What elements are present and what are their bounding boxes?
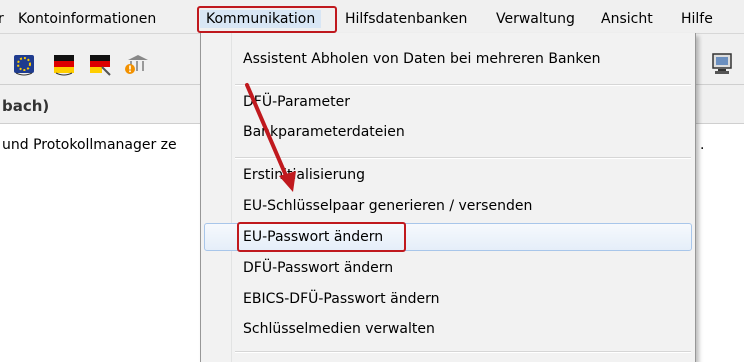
menu-separator [235,84,691,86]
menu-item-schluesselmedien[interactable]: Schlüsselmedien verwalten [243,318,435,340]
menu-separator [235,157,691,159]
menu-gutter [201,33,232,362]
monitor-icon[interactable] [710,52,734,76]
bank-warning-icon[interactable] [124,52,148,76]
menu-verwaltung[interactable]: Verwaltung [496,10,575,28]
menu-item-erstinitialisierung[interactable]: Erstinitialisierung [243,164,365,186]
kommunikation-dropdown: Assistent Abholen von Daten bei mehreren… [200,33,696,362]
menu-ansicht[interactable]: Ansicht [601,10,653,28]
menu-item-ebics-dfue-passwort[interactable]: EBICS-DFÜ-Passwort ändern [243,288,439,310]
status-trailing: . [700,137,705,153]
menu-kommunikation[interactable]: Kommunikation [200,10,322,28]
menu-separator [235,351,691,353]
menu-hilfsdatenbanken[interactable]: Hilfsdatenbanken [345,10,467,28]
menu-item-assistent[interactable]: Assistent Abholen von Daten bei mehreren… [243,48,601,70]
german-flag-icon[interactable] [52,52,76,76]
menu-item-partial[interactable]: r [0,10,4,28]
menu-kontoinformationen[interactable]: Kontoinformationen [18,10,156,28]
menu-hilfe[interactable]: Hilfe [681,10,713,28]
menu-item-eu-passwort[interactable]: EU-Passwort ändern [243,226,383,248]
menu-item-dfue-passwort[interactable]: DFÜ-Passwort ändern [243,257,393,279]
menu-item-eu-schluesselpaar[interactable]: EU-Schlüsselpaar generieren / versenden [243,195,532,217]
status-text: und Protokollmanager ze [2,137,177,153]
eu-flag-icon[interactable] [12,52,36,76]
menu-item-bankparameterdateien[interactable]: Bankparameterdateien [243,121,405,143]
menu-bar: r Kontoinformationen Kommunikation Hilfs… [0,0,744,34]
german-flag-card-icon[interactable] [88,52,112,76]
breadcrumb: bach) [2,97,50,115]
menu-item-dfue-parameter[interactable]: DFÜ-Parameter [243,91,350,113]
